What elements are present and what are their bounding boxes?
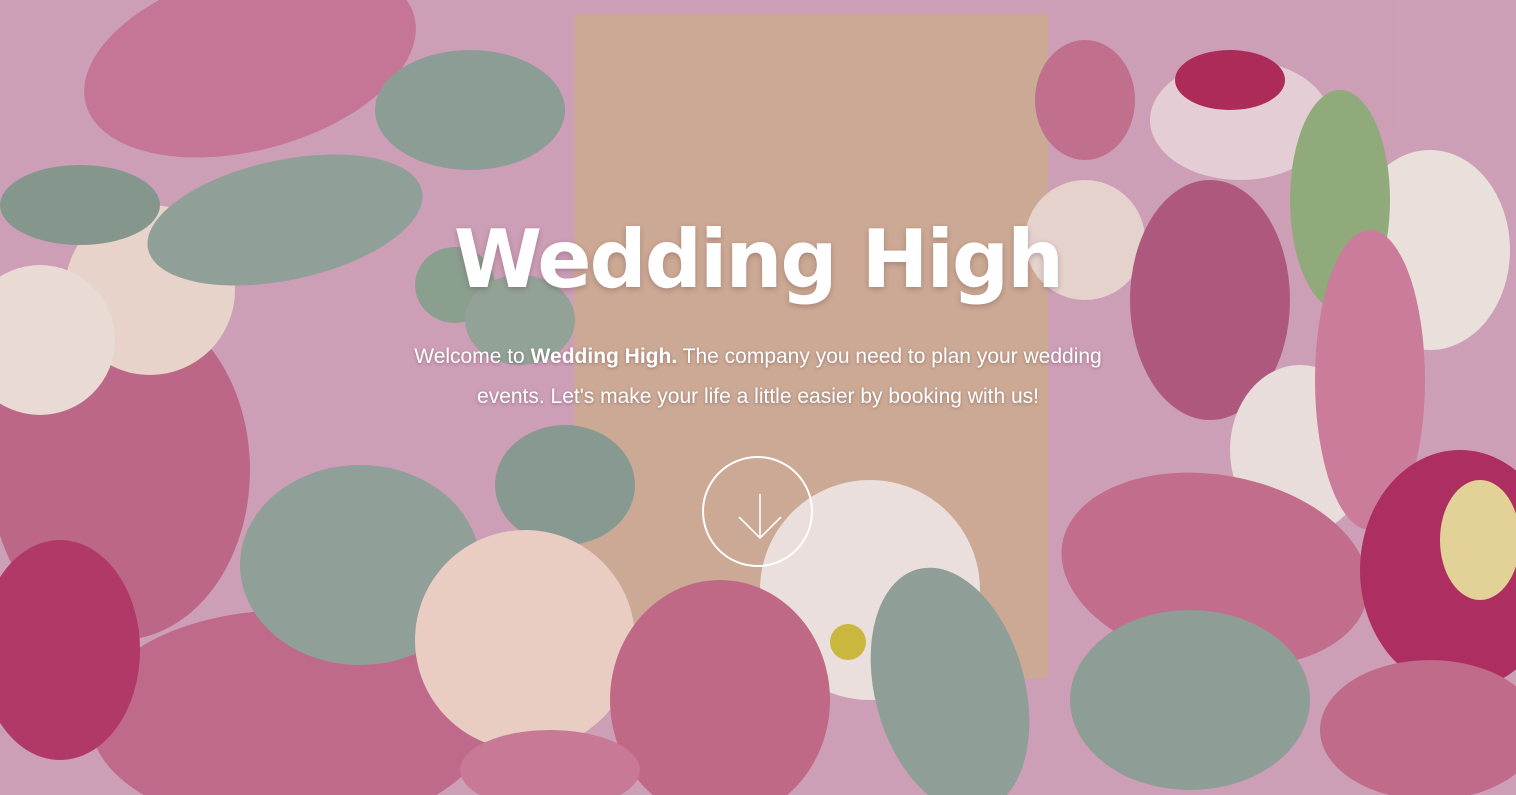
subtitle-brand: Wedding High. <box>530 345 678 368</box>
hero-section: Wedding High Welcome to Wedding High. Th… <box>0 0 1516 795</box>
hero-content: Wedding High Welcome to Wedding High. Th… <box>0 205 1516 417</box>
hero-title: Wedding High <box>453 213 1064 306</box>
subtitle-prefix: Welcome to <box>414 345 531 368</box>
scroll-down-button[interactable] <box>702 456 813 567</box>
hero-subtitle: Welcome to Wedding High. The company you… <box>378 337 1138 417</box>
arrow-down-icon <box>738 494 782 540</box>
